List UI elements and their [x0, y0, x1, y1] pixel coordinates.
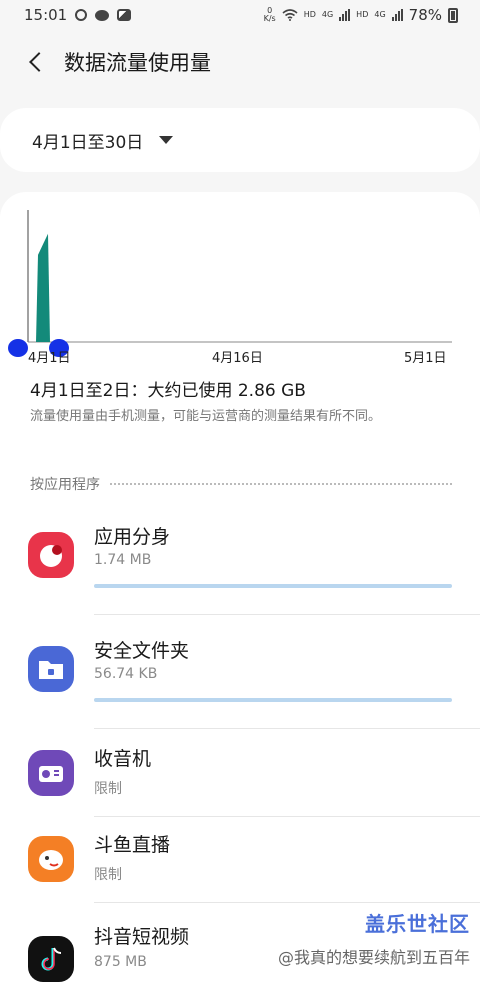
date-range-label: 4月1日至30日 — [32, 132, 144, 153]
divider — [94, 614, 480, 615]
watermark-logo: 盖乐世社区 — [365, 912, 470, 936]
app-usage: 限制 — [94, 781, 122, 797]
watermark-text: @我真的想要续航到五百年 — [277, 948, 470, 967]
section-divider — [110, 483, 452, 485]
network-4g-1: 4G — [321, 10, 334, 19]
usage-area — [36, 233, 50, 342]
page-title: 数据流量使用量 — [64, 51, 211, 75]
camera-app-icon — [75, 9, 88, 21]
app-usage: 1.74 MB — [94, 552, 152, 568]
radio-icon — [28, 750, 74, 796]
status-time: 15:01 — [24, 6, 68, 24]
signal-icon-1 — [339, 9, 351, 21]
app-name: 收音机 — [94, 748, 152, 770]
app-header: 数据流量使用量 — [0, 40, 480, 84]
usage-summary: 4月1日至2日：大约已使用 2.86 GB — [30, 381, 306, 401]
divider — [94, 902, 480, 903]
x-tick-label: 4月16日 — [212, 351, 263, 366]
app-usage: 875 MB — [94, 954, 147, 970]
app-name: 应用分身 — [94, 526, 171, 548]
usage-chart-svg: 4月1日 4月16日 5月1日 — [8, 210, 452, 366]
usage-chart: 4月1日 4月16日 5月1日 — [0, 192, 480, 372]
x-tick-label: 5月1日 — [404, 351, 447, 366]
section-header: 按应用程序 — [30, 474, 452, 494]
app-usage: 56.74 KB — [94, 666, 158, 682]
network-4g-2: 4G — [374, 10, 386, 19]
hd-label-2: HD — [356, 10, 369, 19]
date-range-selector[interactable]: 4月1日至30日 — [0, 108, 480, 172]
secure-folder-icon — [28, 646, 74, 692]
net-speed-unit: K/s — [263, 14, 276, 23]
douyu-icon — [28, 836, 74, 882]
section-label: 按应用程序 — [30, 477, 100, 493]
app-name: 斗鱼直播 — [94, 834, 171, 856]
usage-card: 4月1日 4月16日 5月1日 4月1日至2日：大约已使用 2.86 GB 流量使用… — [0, 192, 480, 986]
app-row-radio[interactable]: 收音机 限制 — [0, 746, 480, 830]
app-usage: 限制 — [94, 867, 122, 883]
usage-note: 流量使用量由手机测量，可能与运营商的测量结果有所不同。 — [30, 409, 382, 424]
back-arrow-icon[interactable] — [24, 40, 54, 84]
signal-icon-2 — [391, 9, 403, 21]
wechat-icon — [95, 9, 110, 21]
usage-bar — [94, 584, 452, 588]
hd-label-1: HD — [303, 10, 316, 19]
battery-icon — [448, 7, 458, 23]
app-row-secure-folder[interactable]: 安全文件夹 56.74 KB — [0, 630, 480, 730]
wifi-icon — [282, 9, 298, 21]
dual-app-icon — [28, 532, 74, 578]
divider — [94, 816, 480, 817]
gallery-icon — [117, 9, 132, 21]
range-start-handle[interactable] — [8, 339, 28, 357]
dropdown-caret-icon — [159, 136, 174, 144]
app-name: 抖音短视频 — [94, 926, 190, 948]
net-speed: 0 K/s — [264, 7, 276, 23]
battery-percent: 78% — [408, 6, 442, 24]
status-bar: 15:01 0 K/s HD 4G HD 4G 78% — [0, 0, 480, 30]
x-tick-label: 4月1日 — [28, 351, 71, 366]
douyin-icon — [28, 936, 74, 982]
app-row-dual-messenger[interactable]: 应用分身 1.74 MB — [0, 516, 480, 616]
usage-bar — [94, 698, 452, 702]
app-row-douyu[interactable]: 斗鱼直播 限制 — [0, 832, 480, 916]
divider — [94, 728, 480, 729]
app-name: 安全文件夹 — [94, 640, 190, 662]
